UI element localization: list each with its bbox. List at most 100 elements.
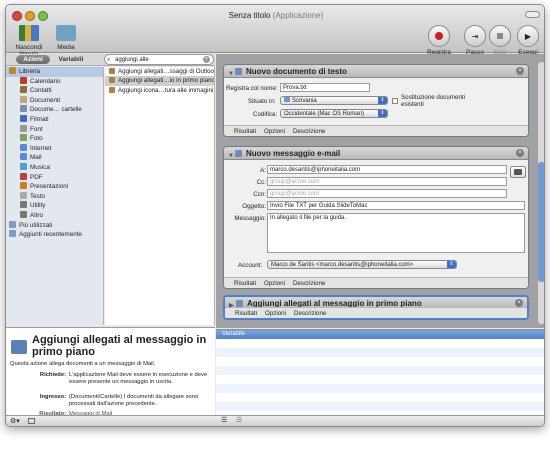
close-action-icon[interactable]: ×: [516, 149, 524, 157]
variables-panel: Variabile: [216, 329, 544, 417]
address-book-button[interactable]: [510, 166, 526, 178]
close-action-icon[interactable]: ×: [516, 67, 524, 75]
library-category-icon: [9, 67, 16, 74]
library-item[interactable]: Font: [6, 124, 103, 135]
disclosure-triangle-icon[interactable]: ▼: [228, 150, 234, 163]
library-category-icon: [20, 143, 27, 151]
automator-window: Senza titolo (Applicazione) Nascondi lib…: [5, 4, 545, 427]
library-category-icon: [9, 230, 16, 238]
close-action-icon[interactable]: ×: [515, 299, 523, 307]
action-list-item[interactable]: Aggiungi allegati…io in primo piano: [105, 76, 214, 86]
library-item[interactable]: Contatti: [6, 86, 103, 96]
step-button[interactable]: ⇥ Passo: [462, 25, 488, 56]
record-button[interactable]: Registra: [424, 25, 454, 56]
save-as-field[interactable]: Prova.txt: [280, 83, 370, 92]
library-category-icon: [20, 210, 27, 218]
stop-icon: [497, 33, 503, 39]
tab-results[interactable]: Risultati: [234, 280, 256, 287]
library-item[interactable]: Aggiunti recentemente: [6, 230, 103, 240]
description-panel: Aggiungi allegati al messaggio in primo …: [6, 327, 215, 417]
action-footer: Risultati Opzioni Descrizione: [225, 307, 527, 318]
media-icon: [56, 25, 76, 41]
library-item[interactable]: Testo: [6, 191, 103, 202]
action-list-item[interactable]: Aggiungi icona…tura alle immagini: [105, 86, 214, 95]
library-item[interactable]: Calendario: [6, 76, 103, 87]
action-add-attachments[interactable]: ▶ Aggiungi allegati al messaggio in primo…: [223, 295, 529, 320]
search-input[interactable]: ⌕ aggiungi alle ×: [104, 54, 214, 65]
action-footer: Risultati Opzioni Descrizione: [224, 125, 528, 136]
library-list: Libreria Calendario Contatti Documenti Docum…: [6, 67, 104, 325]
variables-header: Variabile: [216, 330, 544, 339]
action-new-mail-message[interactable]: ▼ Nuovo messaggio e-mail × A: marco.desant…: [223, 146, 529, 289]
step-icon: ⇥: [471, 31, 479, 41]
subject-field[interactable]: Invio File TXT per Guida SlideToMac: [267, 201, 525, 210]
action-new-text-document[interactable]: ▼ Nuovo documento di testo × Registra col …: [223, 64, 529, 137]
library-item[interactable]: Altro: [6, 210, 103, 221]
tab-description[interactable]: Descrizione: [294, 310, 326, 317]
library-item[interactable]: Docume… cartelle: [6, 105, 103, 115]
library-item[interactable]: Filmati: [6, 114, 103, 125]
account-popup[interactable]: Marco de Santis <marco.desantis@iphoneit…: [267, 260, 457, 269]
toolbar-toggle-button[interactable]: [525, 11, 540, 18]
tab-options[interactable]: Opzioni: [265, 310, 286, 317]
library-item[interactable]: Foto: [6, 134, 103, 144]
workflow-scrollbar[interactable]: [538, 62, 544, 324]
list-view-icon[interactable]: ☰: [221, 416, 227, 424]
library-books-icon: [19, 25, 39, 41]
library-category-icon: [20, 162, 27, 170]
encoding-popup[interactable]: Occidentale (Mac OS Roman) ⇕: [280, 109, 388, 118]
library-category-icon: [20, 86, 27, 94]
library-category-icon: [20, 105, 27, 113]
clear-search-icon[interactable]: ×: [203, 56, 210, 63]
tab-description[interactable]: Descrizione: [293, 128, 325, 135]
library-item[interactable]: Presentazioni: [6, 182, 103, 192]
library-item[interactable]: Libreria: [6, 67, 103, 77]
library-item[interactable]: Più utilizzati: [6, 220, 103, 231]
tab-actions[interactable]: Azioni: [16, 55, 50, 64]
gear-icon[interactable]: ⚙▾: [10, 417, 20, 425]
media-button[interactable]: Media: [54, 25, 78, 51]
replace-checkbox[interactable]: [392, 98, 398, 104]
tab-results[interactable]: Risultati: [234, 128, 256, 135]
automator-action-icon: [109, 86, 115, 93]
tab-variables[interactable]: Variabili: [52, 55, 90, 64]
toggle-description-icon[interactable]: [28, 418, 35, 424]
library-category-icon: [20, 114, 27, 122]
library-category-icon: [20, 182, 27, 190]
library-category-icon: [20, 153, 27, 161]
library-item[interactable]: Utility: [6, 201, 103, 211]
to-field[interactable]: marco.desantis@iphoneitalia.com: [267, 165, 507, 174]
description-title: Aggiungi allegati al messaggio in primo …: [32, 334, 207, 358]
tab-options[interactable]: Opzioni: [264, 280, 285, 287]
tab-options[interactable]: Opzioni: [264, 128, 285, 135]
workflow-area: ▼ Nuovo documento di testo × Registra col …: [216, 54, 544, 328]
library-item[interactable]: Musica: [6, 162, 103, 173]
tab-description[interactable]: Descrizione: [293, 280, 325, 287]
desktop-folder-icon: [284, 97, 290, 102]
library-category-icon: [20, 201, 27, 209]
action-footer: Risultati Opzioni Descrizione: [224, 277, 528, 288]
search-icon: ⌕: [107, 57, 111, 63]
contact-card-icon: [514, 169, 522, 175]
library-item[interactable]: Internet: [6, 143, 103, 154]
action-list-item[interactable]: Aggiungi allegati…ssaggi di Outlook: [105, 67, 214, 76]
message-body-field[interactable]: In allegato il file per la guida.: [267, 213, 525, 253]
bottom-bar: ⚙▾ ☰ ☰: [6, 415, 544, 426]
bcc-field[interactable]: group@acme.com: [267, 189, 507, 198]
action-icon: [11, 340, 27, 354]
disclosure-triangle-icon[interactable]: ▼: [228, 68, 234, 81]
library-item[interactable]: Documenti: [6, 95, 103, 106]
library-category-icon: [20, 134, 27, 142]
run-button[interactable]: ▶ Esegui: [514, 25, 542, 56]
variables-view-icon[interactable]: ☰: [236, 416, 242, 424]
library-category-icon: [20, 76, 27, 84]
tab-results[interactable]: Risultati: [235, 310, 257, 317]
library-item[interactable]: Mail: [6, 153, 103, 163]
scroll-thumb[interactable]: [538, 162, 544, 282]
mail-icon: [236, 300, 243, 307]
stop-button[interactable]: Stop: [488, 25, 512, 56]
cc-field[interactable]: group@acme.com: [267, 177, 507, 186]
library-category-icon: [9, 220, 16, 228]
location-popup[interactable]: Scrivania ⇕: [280, 96, 388, 105]
library-item[interactable]: PDF: [6, 172, 103, 183]
